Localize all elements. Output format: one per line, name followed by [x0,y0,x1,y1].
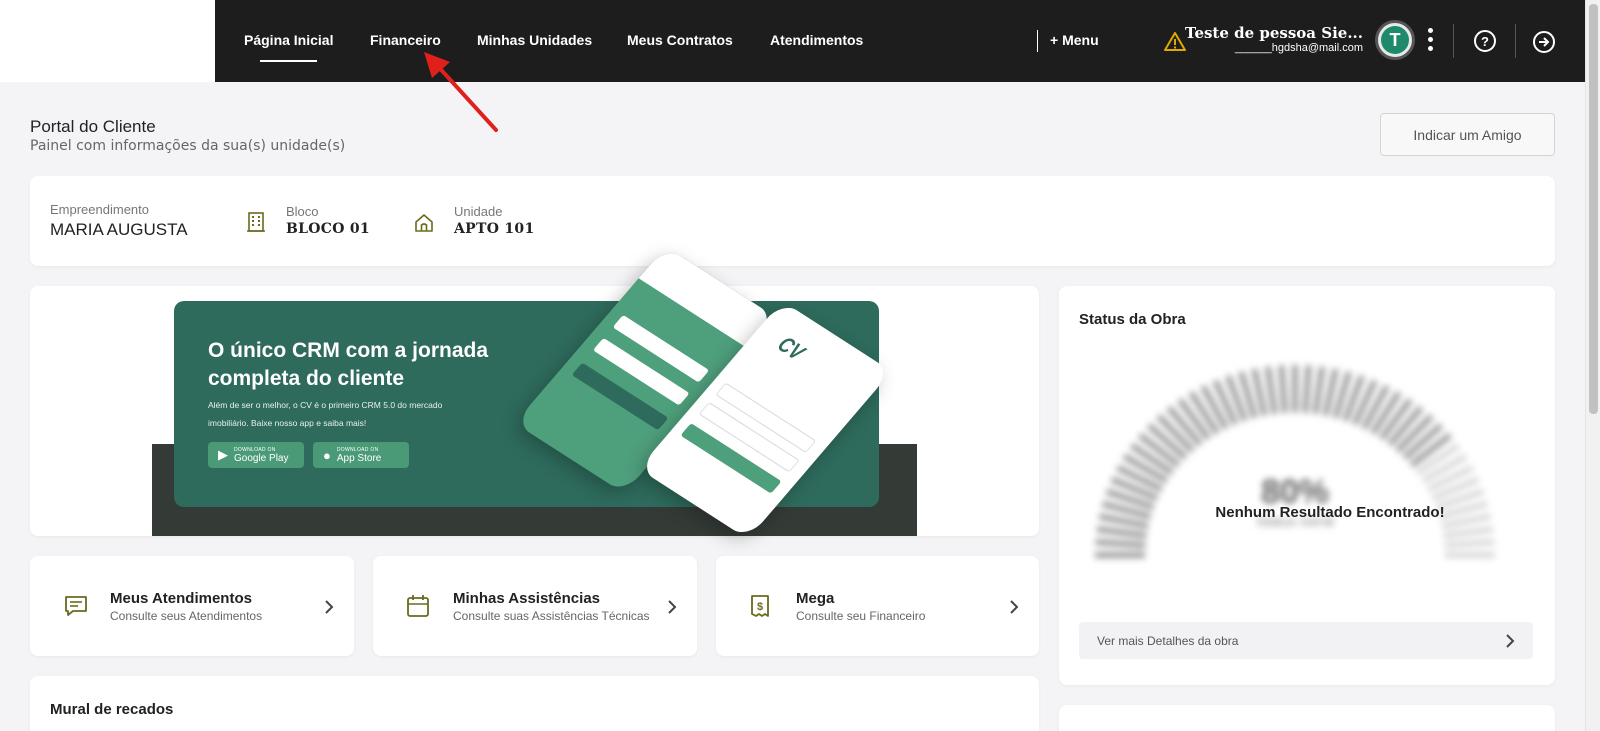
gauge-tick [1312,366,1326,415]
gauge-tick [1278,365,1288,414]
page-title: Portal do Cliente [30,117,156,136]
app-store-small: DOWNLOAD ON [336,446,379,453]
menu-divider [1037,30,1038,52]
nav-meus-contratos[interactable]: Meus Contratos [627,32,733,48]
gauge-tick [1322,368,1339,417]
status-title: Status da Obra [1079,311,1186,328]
chat-icon [65,596,87,616]
warning-icon[interactable] [1164,31,1186,51]
scrollbar-thumb[interactable] [1589,4,1598,414]
help-circle-icon[interactable]: ? [1474,30,1496,52]
obra-details-link[interactable]: Ver mais Detalhes da obra [1079,622,1533,659]
home-icon [415,214,433,232]
secondary-card [1059,705,1555,731]
bloco-value: BLOCO 01 [286,221,370,237]
banner-text: Além de ser o melhor, o CV é o primeiro … [208,400,443,428]
nav-atendimentos[interactable]: Atendimentos [770,32,863,48]
gauge-tick [1251,368,1268,417]
annotation-arrow-icon [424,52,498,132]
app-store-label: App Store [336,452,382,464]
gauge-tick [1096,526,1147,539]
svg-text:$: $ [757,601,763,613]
divider [1515,24,1516,58]
quick-card-subtitle: Consulte seu Financeiro [796,609,926,623]
chevron-right-icon [1010,600,1019,614]
gauge-tick [1095,539,1146,549]
quick-card-subtitle: Consulte suas Assistências Técnicas [453,609,650,623]
quick-card-title: Minhas Assistências [453,590,601,607]
apple-icon: ● [323,447,331,463]
nav-pagina-inicial[interactable]: Página Inicial [244,32,333,62]
kebab-menu-icon[interactable] [1425,28,1435,54]
gauge-tick [1302,365,1312,414]
nav-financeiro[interactable]: Financeiro [370,32,441,48]
more-menu-button[interactable]: + Menu [1050,32,1099,48]
cv-logo: CV [772,332,810,366]
page-subtitle: Painel com informações da sua(s) unidade… [30,138,346,154]
gauge-tick [1443,526,1494,539]
gauge-tick [1264,366,1278,415]
banner-title: O único CRM com a jornada completa do cl… [208,339,489,390]
empreendimento-label: Empreendimento [50,202,149,217]
obra-details-label: Ver mais Detalhes da obra [1097,634,1239,648]
unidade-value: APTO 101 [454,221,535,237]
chevron-right-icon [668,600,677,614]
quick-card-title: Mega [796,590,835,607]
building-icon [247,212,265,232]
logout-icon[interactable] [1532,30,1556,54]
quick-card-subtitle: Consulte seus Atendimentos [110,609,263,623]
logo-area [0,0,215,82]
progress-gauge: 80% Status Geral [1080,355,1510,585]
unidade-label: Unidade [454,204,503,219]
user-name: Teste de pessoa Sie... [1185,24,1363,42]
mural-card [30,676,1039,731]
gauge-ticks [1095,365,1495,558]
receipt-icon: $ [751,595,769,617]
avatar-letter: T [1381,26,1409,54]
divider [1453,24,1454,58]
quick-card-title: Meus Atendimentos [110,590,252,607]
chevron-right-icon [325,600,334,614]
play-store-icon: ▶ [218,447,228,462]
bloco-label: Bloco [286,204,319,219]
no-result-message: Nenhum Resultado Encontrado! [1215,504,1445,521]
user-email: ______hgdsha@mail.com [1235,42,1363,54]
mural-title: Mural de recados [50,701,174,718]
google-play-button[interactable]: ▶ DOWNLOAD ON Google Play [208,442,304,468]
calendar-icon [407,595,429,617]
nav-minhas-unidades[interactable]: Minhas Unidades [477,32,592,48]
app-store-button[interactable]: ● DOWNLOAD ON App Store [313,442,409,468]
avatar[interactable]: T [1375,20,1415,60]
google-play-label: Google Play [234,452,289,464]
page-scrollbar[interactable] [1585,0,1600,731]
chevron-right-icon [1506,634,1515,648]
gauge-tick [1444,539,1495,549]
indicate-friend-button[interactable]: Indicar um Amigo [1380,113,1555,156]
empreendimento-value: MARIA AUGUSTA [50,220,188,239]
